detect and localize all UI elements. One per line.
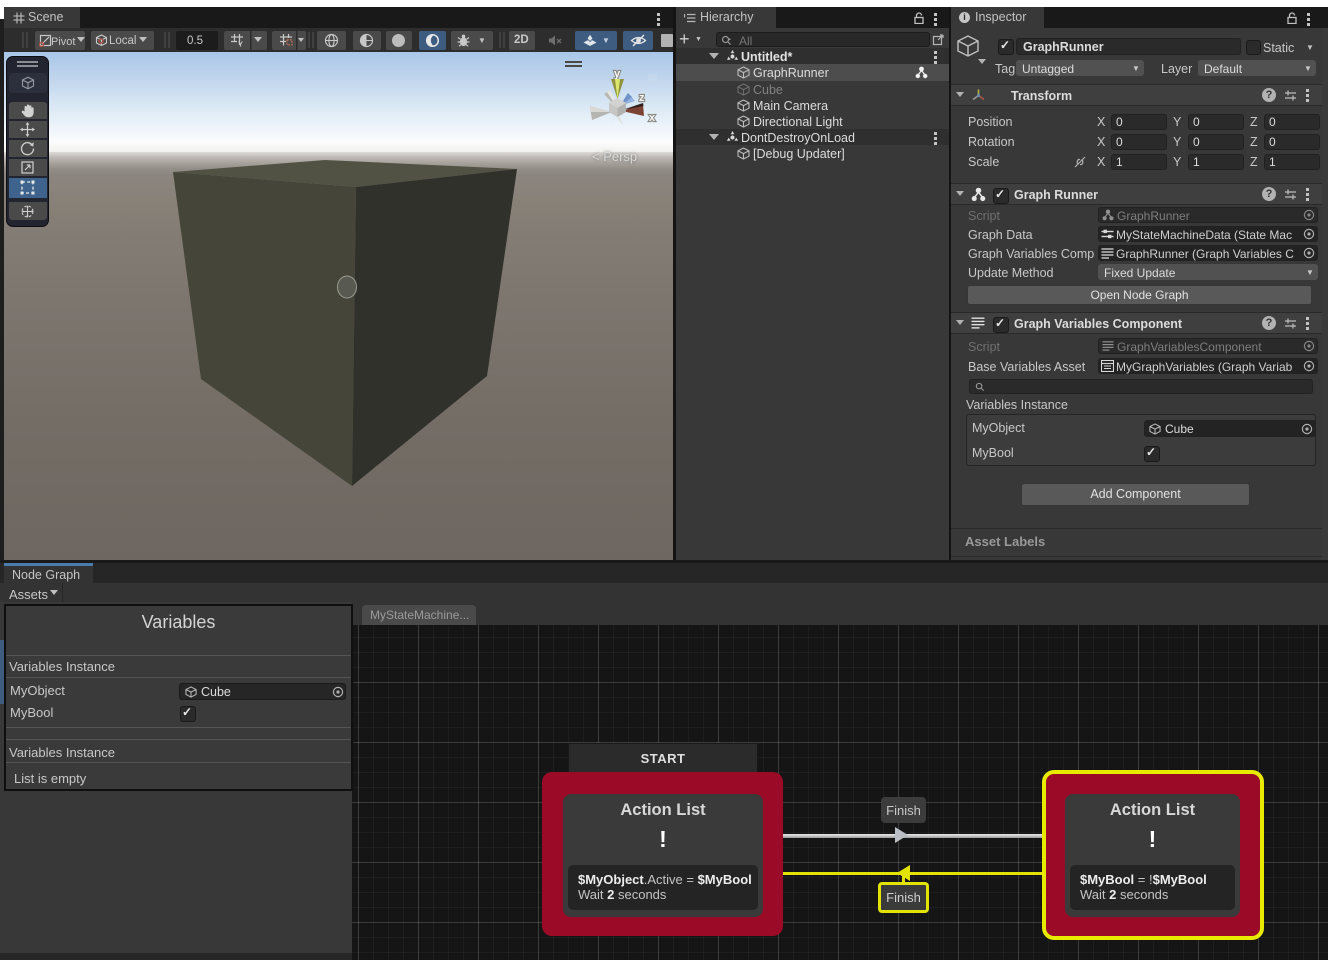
svg-text:Y: Y bbox=[238, 40, 243, 48]
svg-text:x: x bbox=[649, 112, 656, 124]
svg-text:z: z bbox=[639, 92, 645, 104]
svg-text:y: y bbox=[614, 68, 621, 80]
